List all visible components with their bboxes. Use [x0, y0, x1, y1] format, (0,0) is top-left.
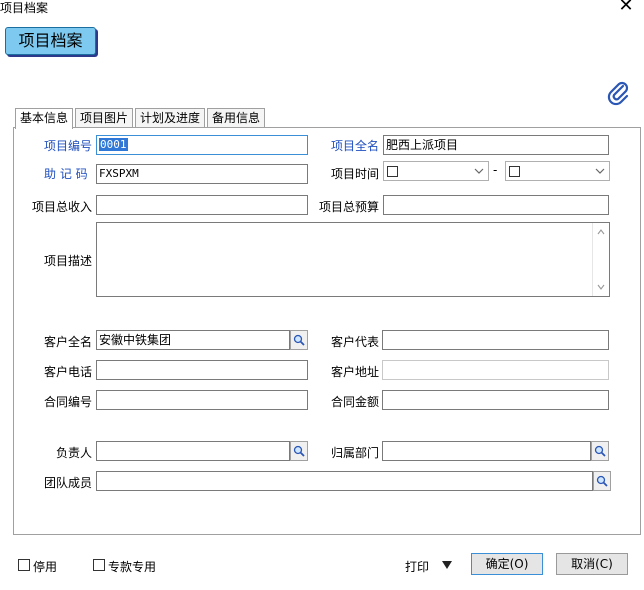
tab-plan-progress[interactable]: 计划及进度 [135, 108, 206, 128]
owner-lookup-button[interactable] [290, 441, 308, 461]
customer-fullname-label: 客户全名 [44, 335, 93, 349]
special-fund-label: 专款专用 [108, 560, 157, 574]
description-scrollbar[interactable] [592, 223, 609, 296]
description-label: 项目描述 [44, 254, 93, 268]
department-lookup-button[interactable] [591, 441, 609, 461]
customer-lookup-button[interactable] [290, 330, 308, 350]
customer-phone-input[interactable] [96, 360, 308, 380]
search-icon [596, 475, 608, 487]
project-end-date[interactable] [505, 161, 610, 181]
department-input[interactable] [382, 441, 591, 461]
chevron-down-icon[interactable] [474, 167, 484, 175]
customer-address-label: 客户地址 [331, 365, 380, 379]
project-fullname-input[interactable]: 肥西上派项目 [383, 135, 609, 155]
ok-button[interactable]: 确定(O) [471, 553, 543, 575]
scroll-down-icon[interactable] [597, 284, 605, 290]
date-range-separator: - [493, 163, 498, 177]
owner-label: 负责人 [56, 446, 93, 460]
tab-project-images[interactable]: 项目图片 [75, 108, 134, 128]
project-time-label: 项目时间 [331, 167, 380, 181]
print-button[interactable]: 打印 [405, 558, 429, 575]
paperclip-icon[interactable] [606, 80, 632, 106]
start-date-checkbox[interactable] [387, 166, 398, 177]
owner-input[interactable] [96, 441, 290, 461]
department-label: 归属部门 [331, 446, 380, 460]
contract-no-label: 合同编号 [44, 395, 93, 409]
customer-address-input[interactable] [382, 360, 609, 380]
cancel-button[interactable]: 取消(C) [556, 553, 628, 575]
total-income-input[interactable] [96, 195, 308, 215]
total-budget-input[interactable] [383, 195, 609, 215]
scroll-up-icon[interactable] [597, 229, 605, 235]
contract-amount-label: 合同金额 [331, 395, 380, 409]
contract-no-input[interactable] [96, 390, 308, 410]
tab-basic-info[interactable]: 基本信息 [15, 108, 74, 129]
tab-backup-info[interactable]: 备用信息 [207, 108, 266, 128]
project-fullname-label: 项目全名 [331, 139, 380, 153]
caret-down-icon[interactable] [441, 560, 453, 570]
mnemonic-input[interactable]: FXSPXM [96, 164, 308, 184]
project-code-label: 项目编号 [44, 139, 93, 153]
contract-amount-input[interactable] [382, 390, 609, 410]
disabled-checkbox[interactable] [18, 559, 30, 571]
end-date-checkbox[interactable] [509, 166, 520, 177]
project-code-input[interactable]: 0001 [96, 135, 308, 155]
page-title: 项目档案 [5, 27, 96, 55]
window-title: 项目档案 [0, 1, 49, 15]
team-members-label: 团队成员 [44, 476, 93, 490]
close-icon[interactable]: ✕ [616, 0, 636, 16]
customer-fullname-input[interactable]: 安徽中铁集团 [96, 330, 290, 350]
mnemonic-label: 助 记 码 [44, 167, 88, 181]
project-start-date[interactable] [383, 161, 489, 181]
customer-rep-label: 客户代表 [331, 335, 380, 349]
total-income-label: 项目总收入 [32, 200, 93, 214]
total-budget-label: 项目总预算 [319, 200, 380, 214]
team-members-lookup-button[interactable] [593, 471, 611, 491]
search-icon [594, 445, 606, 457]
disabled-label: 停用 [33, 560, 58, 574]
search-icon [293, 334, 305, 346]
customer-rep-input[interactable] [382, 330, 609, 350]
search-icon [293, 445, 305, 457]
customer-phone-label: 客户电话 [44, 365, 93, 379]
description-textarea[interactable] [96, 222, 610, 297]
team-members-input[interactable] [96, 471, 593, 491]
special-fund-checkbox[interactable] [93, 559, 105, 571]
chevron-down-icon[interactable] [595, 167, 605, 175]
